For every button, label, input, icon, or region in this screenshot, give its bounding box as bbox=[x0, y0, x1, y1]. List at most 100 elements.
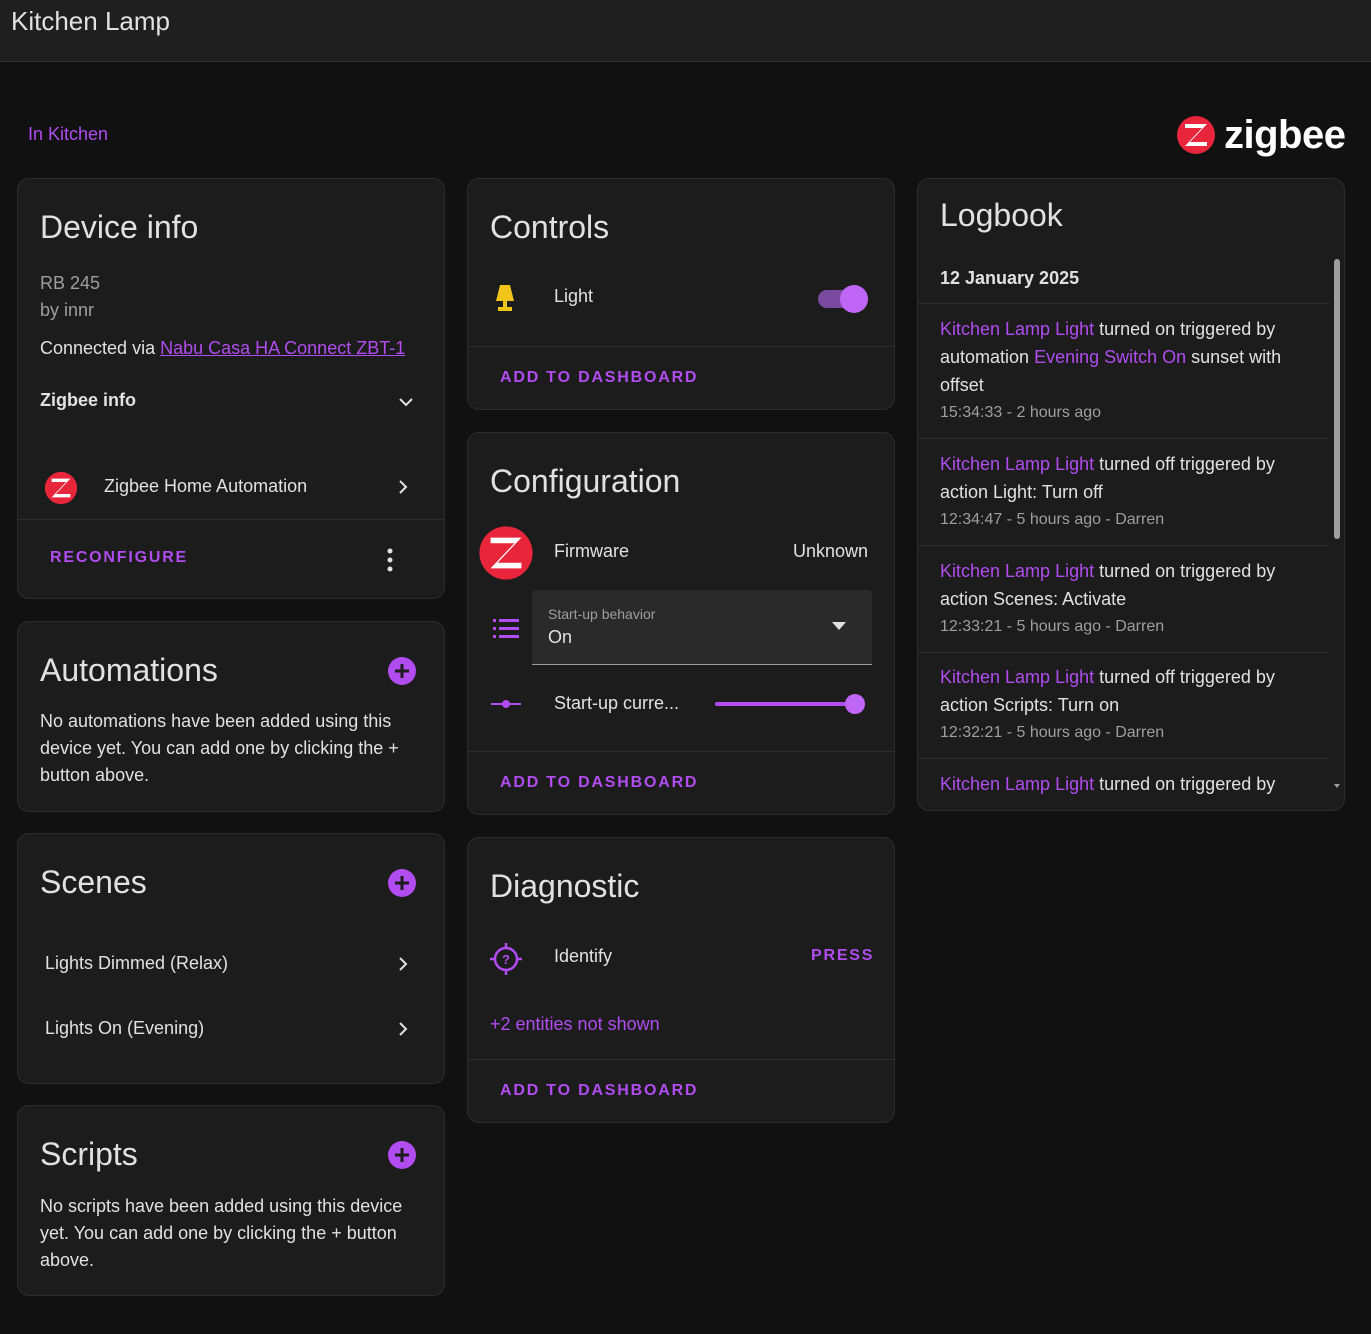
startup-behavior-select[interactable]: Start-up behavior On bbox=[532, 590, 872, 665]
zha-icon bbox=[44, 471, 78, 505]
startup-current-label: Start-up curre... bbox=[554, 693, 680, 713]
connected-via: Connected via Nabu Casa HA Connect ZBT-1 bbox=[40, 338, 405, 359]
controls-title: Controls bbox=[490, 209, 610, 245]
scene-item[interactable]: Lights On (Evening) bbox=[18, 1007, 444, 1051]
card-divider bbox=[468, 1059, 894, 1060]
logbook-entry: Kitchen Lamp Light turned on triggered b… bbox=[940, 770, 1320, 800]
add-automation-button[interactable] bbox=[388, 657, 416, 685]
logbook-entry-text: Kitchen Lamp Light turned on triggered b… bbox=[940, 557, 1320, 613]
automations-card: Automations No automations have been add… bbox=[17, 621, 445, 812]
logbook-entity-link[interactable]: Kitchen Lamp Light bbox=[940, 561, 1094, 581]
scene-item-label: Lights Dimmed (Relax) bbox=[45, 953, 229, 973]
startup-behavior-value: On bbox=[548, 627, 573, 647]
connected-via-prefix: Connected via bbox=[40, 338, 156, 358]
page-title: Kitchen Lamp bbox=[11, 6, 170, 36]
reconfigure-button[interactable]: Reconfigure bbox=[50, 549, 188, 567]
area-link[interactable]: In Kitchen bbox=[28, 124, 108, 145]
diagnostic-add-to-dashboard-button[interactable]: Add to dashboard bbox=[500, 1082, 698, 1100]
scroll-down-arrow-icon[interactable] bbox=[1334, 783, 1340, 789]
integration-row[interactable]: Zigbee Home Automation bbox=[18, 459, 444, 515]
card-divider bbox=[918, 438, 1330, 439]
automations-empty-text: No automations have been added using thi… bbox=[40, 711, 399, 785]
diagnostic-title: Diagnostic bbox=[490, 868, 640, 904]
identify-icon: ? bbox=[490, 943, 522, 975]
chevron-right-icon bbox=[399, 1022, 408, 1036]
identify-label: Identify bbox=[554, 946, 613, 966]
card-divider bbox=[918, 758, 1330, 759]
chevron-down-icon[interactable] bbox=[398, 394, 414, 410]
logbook-entry: Kitchen Lamp Light turned off triggered … bbox=[940, 663, 1320, 744]
card-divider bbox=[918, 652, 1330, 653]
list-icon bbox=[493, 619, 519, 638]
more-vert-icon[interactable] bbox=[382, 547, 398, 573]
firmware-icon bbox=[479, 526, 533, 580]
scene-item-label: Lights On (Evening) bbox=[45, 1018, 205, 1038]
firmware-label: Firmware bbox=[554, 541, 629, 561]
logbook-entry-meta: 15:34:33 - 2 hours ago bbox=[940, 404, 1102, 421]
diagnostic-card: Diagnostic ? Identify Press +2 entities … bbox=[467, 837, 895, 1123]
scenes-card: Scenes Lights Dimmed (Relax) Lights On (… bbox=[17, 833, 445, 1084]
logbook-source-link[interactable]: Evening Switch On bbox=[1034, 347, 1186, 367]
light-label: Light bbox=[554, 286, 594, 306]
device-info-card: Device info RB 245 by innr Connected via… bbox=[17, 178, 445, 599]
logbook-entry: Kitchen Lamp Light turned on triggered b… bbox=[940, 557, 1320, 638]
add-scene-button[interactable] bbox=[388, 869, 416, 897]
logbook-card: Logbook 12 January 2025 Kitchen Lamp Lig… bbox=[917, 178, 1345, 811]
scene-item[interactable]: Lights Dimmed (Relax) bbox=[18, 942, 444, 986]
app-header: Kitchen Lamp bbox=[0, 0, 1371, 62]
logbook-entry: Kitchen Lamp Light turned on triggered b… bbox=[940, 315, 1320, 424]
zigbee-logo-icon bbox=[1177, 116, 1215, 154]
lamp-icon bbox=[496, 285, 514, 311]
chevron-right-icon bbox=[399, 480, 408, 494]
device-manufacturer: by innr bbox=[40, 300, 95, 320]
card-divider bbox=[468, 346, 894, 347]
logbook-title: Logbook bbox=[940, 197, 1063, 233]
logbook-entry-meta: 12:34:47 - 5 hours ago - Darren bbox=[940, 511, 1165, 528]
svg-text:?: ? bbox=[502, 952, 510, 967]
logbook-entity-link[interactable]: Kitchen Lamp Light bbox=[940, 319, 1094, 339]
logbook-entry: Kitchen Lamp Light turned off triggered … bbox=[940, 450, 1320, 531]
light-toggle-thumb bbox=[840, 285, 868, 313]
device-model: RB 245 bbox=[40, 273, 101, 293]
controls-add-to-dashboard-button[interactable]: Add to dashboard bbox=[500, 369, 698, 387]
card-divider bbox=[918, 545, 1330, 546]
slider-thumb[interactable] bbox=[845, 694, 865, 714]
startup-current-slider[interactable] bbox=[715, 693, 867, 715]
controls-card: Controls Light Add to dashboard bbox=[467, 178, 895, 410]
logbook-entity-link[interactable]: Kitchen Lamp Light bbox=[940, 454, 1094, 474]
configuration-add-to-dashboard-button[interactable]: Add to dashboard bbox=[500, 774, 698, 792]
slider-track bbox=[715, 702, 855, 706]
scripts-card: Scripts No scripts have been added using… bbox=[17, 1105, 445, 1296]
automations-title: Automations bbox=[40, 652, 218, 688]
logbook-entry-text: Kitchen Lamp Light turned on triggered b… bbox=[940, 315, 1320, 399]
configuration-card: Configuration Firmware Unknown Start-up … bbox=[467, 432, 895, 815]
logbook-entry-text: Kitchen Lamp Light turned off triggered … bbox=[940, 663, 1320, 719]
slider-icon bbox=[491, 700, 521, 708]
zigbee-logo: zigbee bbox=[1176, 112, 1346, 158]
device-info-title: Device info bbox=[40, 209, 199, 245]
logbook-entry-text: Kitchen Lamp Light turned on triggered b… bbox=[940, 770, 1320, 798]
dropdown-arrow-icon bbox=[832, 622, 846, 630]
logbook-entity-link[interactable]: Kitchen Lamp Light bbox=[940, 667, 1094, 687]
integration-label: Zigbee Home Automation bbox=[104, 476, 308, 496]
light-toggle[interactable] bbox=[818, 285, 868, 313]
zigbee-info-toggle[interactable]: Zigbee info bbox=[40, 390, 136, 411]
configuration-title: Configuration bbox=[490, 463, 681, 499]
logbook-scrollbar[interactable] bbox=[1334, 259, 1340, 539]
zigbee-logo-text: zigbee bbox=[1224, 112, 1346, 157]
scenes-title: Scenes bbox=[40, 864, 147, 900]
scripts-empty-text: No scripts have been added using this de… bbox=[40, 1196, 403, 1270]
add-script-button[interactable] bbox=[388, 1141, 416, 1169]
logbook-entity-link[interactable]: Kitchen Lamp Light bbox=[940, 774, 1094, 794]
card-divider bbox=[18, 519, 444, 520]
identify-press-button[interactable]: Press bbox=[811, 947, 874, 965]
hidden-entities-link[interactable]: +2 entities not shown bbox=[490, 1014, 660, 1035]
logbook-entry-meta: 12:33:21 - 5 hours ago - Darren bbox=[940, 618, 1165, 635]
card-divider bbox=[918, 303, 1330, 304]
firmware-value: Unknown bbox=[793, 541, 869, 561]
card-divider bbox=[468, 751, 894, 752]
logbook-entry-meta: 12:32:21 - 5 hours ago - Darren bbox=[940, 724, 1165, 741]
chevron-right-icon bbox=[399, 957, 408, 971]
startup-behavior-label: Start-up behavior bbox=[548, 606, 656, 622]
connected-via-link[interactable]: Nabu Casa HA Connect ZBT-1 bbox=[160, 338, 405, 358]
